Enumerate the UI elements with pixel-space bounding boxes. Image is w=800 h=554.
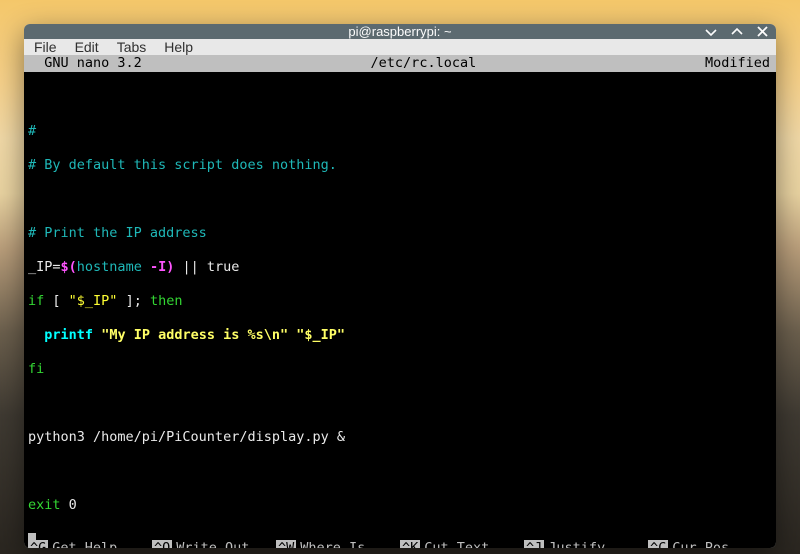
menu-tabs[interactable]: Tabs (117, 39, 147, 55)
code-token: fi (28, 361, 44, 377)
help-item[interactable]: ^CCur Pos (648, 540, 772, 548)
menu-file[interactable]: File (34, 39, 57, 55)
terminal-window: pi@raspberrypi: ~ File Edit Tabs Help GN… (24, 24, 776, 548)
close-icon[interactable] (757, 26, 768, 37)
help-key: ^J (524, 540, 544, 548)
code-token: exit (28, 497, 61, 513)
maximize-icon[interactable] (731, 26, 743, 38)
nano-statusbar: GNU nano 3.2 /etc/rc.local Modified (24, 55, 776, 72)
help-label: Write Out (172, 540, 249, 548)
code-token: || (174, 259, 207, 275)
code-token: if (28, 293, 44, 309)
help-key: ^C (648, 540, 668, 548)
window-title: pi@raspberrypi: ~ (348, 24, 451, 39)
help-label: Get Help (48, 540, 117, 548)
help-label: Cur Pos (668, 540, 729, 548)
code-token (28, 327, 44, 343)
code-token: true (207, 259, 240, 275)
terminal-area[interactable]: GNU nano 3.2 /etc/rc.local Modified # # … (24, 55, 776, 548)
code-token: ]; (117, 293, 150, 309)
menubar: File Edit Tabs Help (24, 39, 776, 55)
minimize-icon[interactable] (705, 26, 717, 38)
titlebar: pi@raspberrypi: ~ (24, 24, 776, 39)
code-token (93, 327, 101, 343)
help-label: Where Is (296, 540, 365, 548)
code-line: # By default this script does nothing. (28, 157, 337, 173)
code-line: # Print the IP address (28, 225, 207, 241)
menu-help[interactable]: Help (164, 39, 193, 55)
code-token: -I (150, 259, 166, 275)
code-token: "$_IP" (69, 293, 118, 309)
code-token: then (150, 293, 183, 309)
help-item[interactable]: ^JJustify (524, 540, 648, 548)
window-controls (705, 26, 768, 38)
code-token: 0 (61, 497, 77, 513)
code-token: $( (61, 259, 77, 275)
nano-help-bar: ^GGet Help ^OWrite Out ^WWhere Is ^KCut … (28, 540, 772, 548)
code-token: _IP (28, 259, 52, 275)
nano-version: GNU nano 3.2 (24, 55, 142, 72)
nano-filename: /etc/rc.local (142, 55, 705, 72)
help-key: ^O (152, 540, 172, 548)
code-token: "My IP address is %s\n" (101, 327, 288, 343)
help-item[interactable]: ^KCut Text (400, 540, 524, 548)
help-key: ^W (276, 540, 296, 548)
help-item[interactable]: ^GGet Help (28, 540, 152, 548)
help-key: ^G (28, 540, 48, 548)
help-item[interactable]: ^OWrite Out (152, 540, 276, 548)
menu-edit[interactable]: Edit (75, 39, 99, 55)
nano-modified: Modified (705, 55, 776, 72)
help-item[interactable]: ^WWhere Is (276, 540, 400, 548)
code-line: python3 /home/pi/PiCounter/display.py & (28, 429, 345, 445)
help-label: Cut Text (420, 540, 489, 548)
code-token: [ (44, 293, 68, 309)
editor-content[interactable]: # # By default this script does nothing.… (24, 72, 776, 548)
help-key: ^K (400, 540, 420, 548)
code-token: printf (44, 327, 93, 343)
code-line: # (28, 123, 36, 139)
code-token: hostname (77, 259, 150, 275)
help-label: Justify (544, 540, 605, 548)
code-token: "$_IP" (296, 327, 345, 343)
code-token: = (52, 259, 60, 275)
